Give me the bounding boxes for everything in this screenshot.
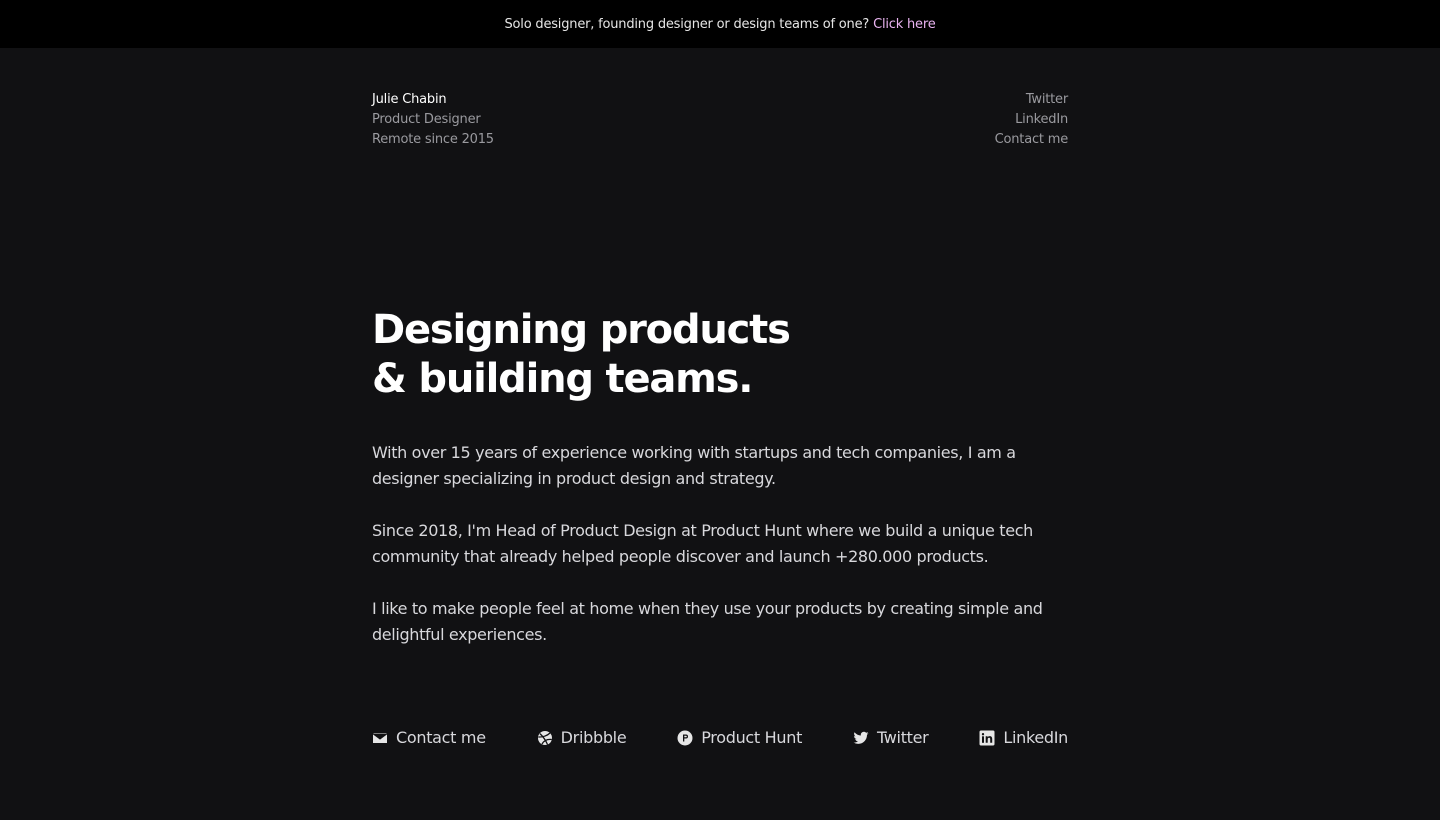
twitter-icon <box>853 731 869 744</box>
product-hunt-icon <box>677 730 693 745</box>
footer-links: Contact me Dribbble Product Hunt Twitter <box>372 728 1068 747</box>
profile-name: Julie Chabin <box>372 92 447 107</box>
footer-contact-link[interactable]: Contact me <box>372 728 486 747</box>
banner-text: Solo designer, founding designer or desi… <box>504 16 870 32</box>
header-nav: Twitter LinkedIn Contact me <box>995 90 1069 150</box>
linkedin-icon <box>979 730 995 745</box>
profile-block: Julie Chabin Product Designer Remote sin… <box>372 90 494 150</box>
footer-linkedin-label: LinkedIn <box>1003 728 1068 747</box>
site-header: Julie Chabin Product Designer Remote sin… <box>372 48 1068 150</box>
bio-section: With over 15 years of experience working… <box>372 440 1052 648</box>
bio-paragraph-3: I like to make people feel at home when … <box>372 599 1043 644</box>
page-container: Julie Chabin Product Designer Remote sin… <box>372 48 1068 747</box>
bio-paragraph-1: With over 15 years of experience working… <box>372 443 1016 488</box>
hero-title: Designing products & building teams. <box>372 306 1068 404</box>
footer-twitter-link[interactable]: Twitter <box>853 728 929 747</box>
header-contact-link[interactable]: Contact me <box>995 130 1069 150</box>
announcement-banner: Solo designer, founding designer or desi… <box>0 0 1440 48</box>
footer-dribbble-link[interactable]: Dribbble <box>537 728 627 747</box>
footer-linkedin-link[interactable]: LinkedIn <box>979 728 1068 747</box>
footer-dribbble-label: Dribbble <box>560 728 627 747</box>
profile-role: Product Designer <box>372 112 481 127</box>
header-linkedin-link[interactable]: LinkedIn <box>995 110 1068 130</box>
hero-title-line-1: Designing products <box>372 307 791 353</box>
dribbble-icon <box>537 730 552 745</box>
profile-location: Remote since 2015 <box>372 132 494 147</box>
bio-paragraph-2: Since 2018, I'm Head of Product Design a… <box>372 521 1033 566</box>
footer-producthunt-link[interactable]: Product Hunt <box>677 728 802 747</box>
hero-section: Designing products & building teams. Wit… <box>372 306 1068 648</box>
hero-title-line-2: & building teams. <box>372 356 753 402</box>
footer-producthunt-label: Product Hunt <box>701 728 803 747</box>
footer-twitter-label: Twitter <box>876 728 929 747</box>
banner-click-here-link[interactable]: Click here <box>873 17 936 32</box>
mail-icon <box>372 732 388 743</box>
header-twitter-link[interactable]: Twitter <box>995 90 1068 110</box>
footer-contact-label: Contact me <box>396 728 486 747</box>
